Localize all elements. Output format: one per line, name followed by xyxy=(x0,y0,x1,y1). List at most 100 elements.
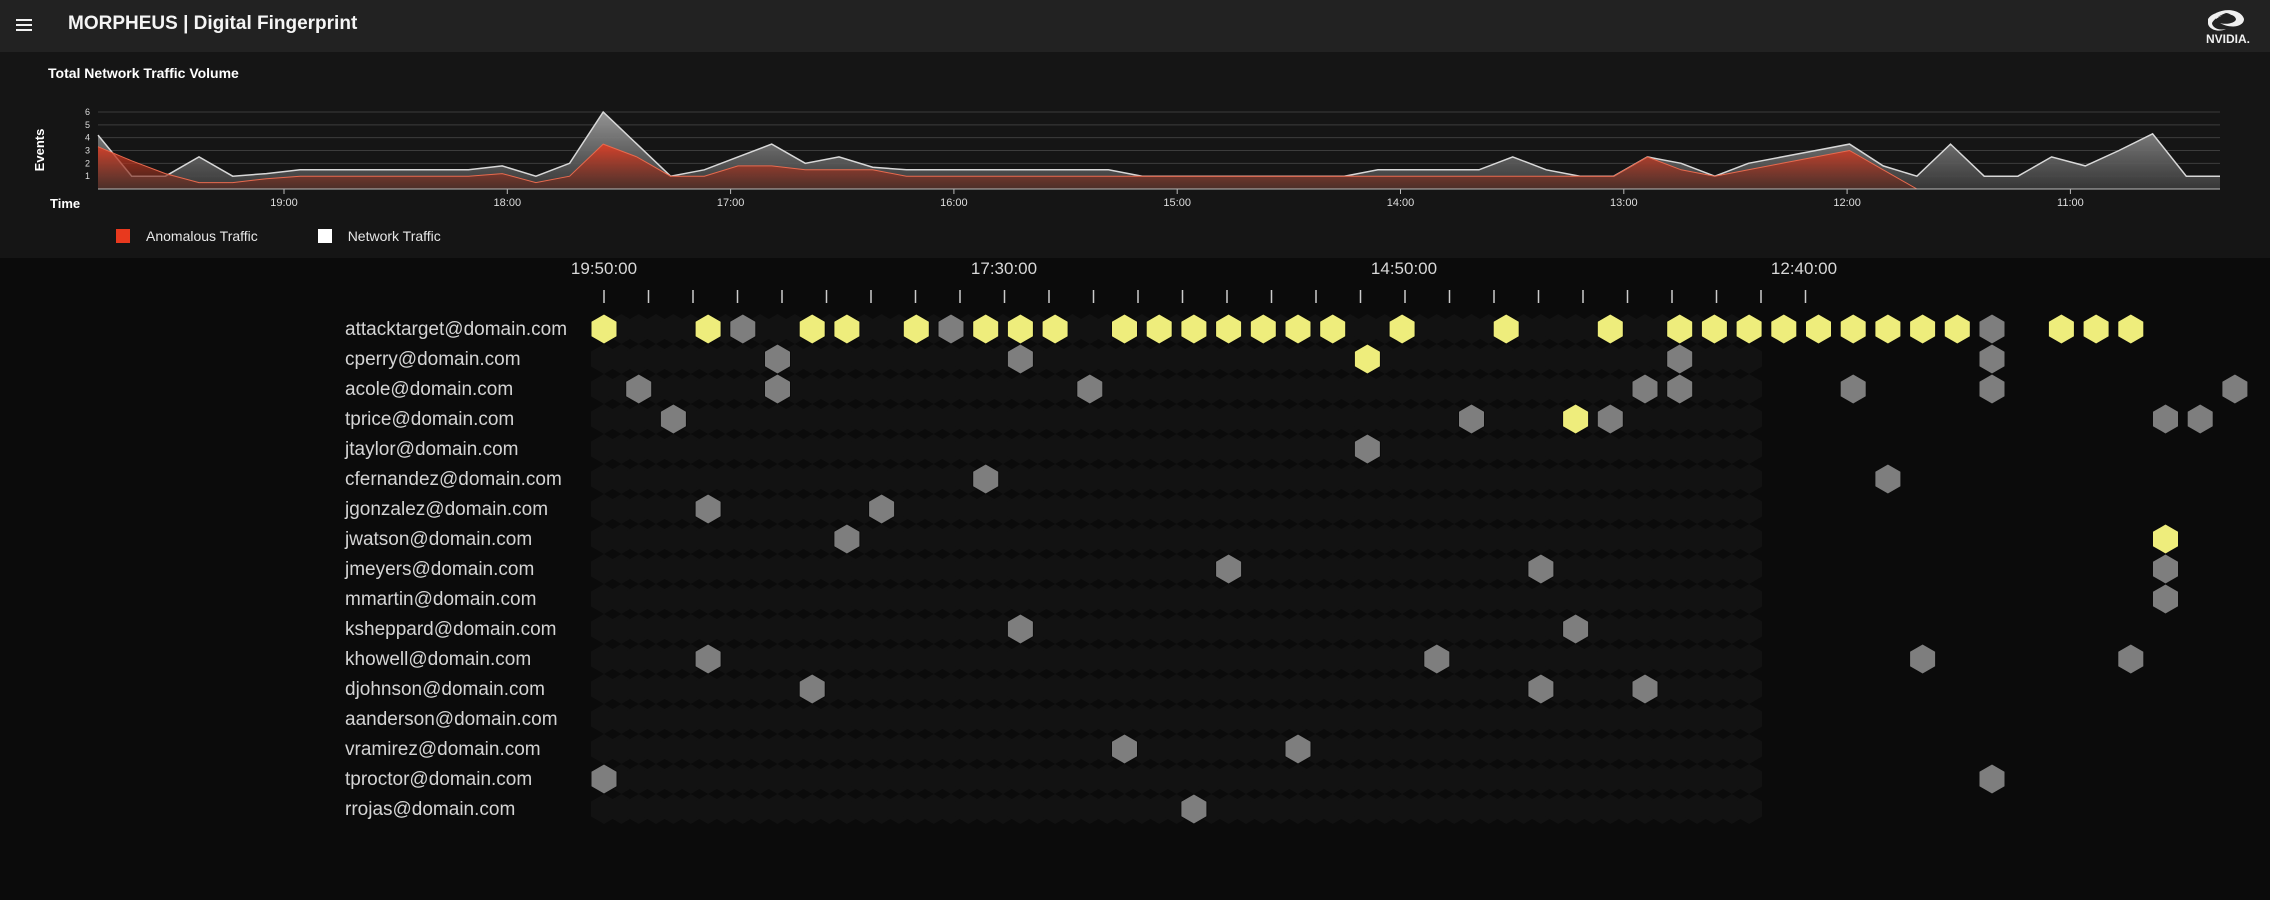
anomalous-event-cell[interactable] xyxy=(1562,403,1590,435)
event-cell[interactable] xyxy=(937,313,965,345)
event-cell[interactable] xyxy=(1978,313,2006,345)
event-cell[interactable] xyxy=(972,463,1000,495)
user-label[interactable]: jtaylor@domain.com xyxy=(344,439,518,460)
user-label[interactable]: tproctor@domain.com xyxy=(345,769,532,790)
menu-icon[interactable] xyxy=(14,16,34,36)
event-cell[interactable] xyxy=(2152,583,2179,615)
anomalous-event-cell[interactable] xyxy=(1839,313,1867,345)
traffic-area-chart: 1 2 3 4 5 6 Events Time 19:00 18:00 17:00 16:00 15:0… xyxy=(32,107,2220,211)
anomalous-event-cell[interactable] xyxy=(1284,313,1312,345)
event-cell[interactable] xyxy=(1180,793,1208,825)
event-cell[interactable] xyxy=(2152,403,2179,435)
event-cell[interactable] xyxy=(1111,733,1138,765)
user-label[interactable]: attacktarget@domain.com xyxy=(345,319,567,340)
user-label[interactable]: jwatson@domain.com xyxy=(344,529,532,550)
anomalous-event-cell[interactable] xyxy=(2082,313,2110,345)
user-label[interactable]: cperry@domain.com xyxy=(345,349,521,370)
x-tick-label: 19:00 xyxy=(270,197,298,209)
anomalous-event-cell[interactable] xyxy=(1909,313,1937,345)
legend-anomalous: Anomalous Traffic xyxy=(116,228,258,244)
event-cell[interactable] xyxy=(1631,673,1659,705)
event-cell[interactable] xyxy=(1423,643,1451,675)
anomalous-event-cell[interactable] xyxy=(833,313,861,345)
event-cell[interactable] xyxy=(1666,343,1694,375)
user-label[interactable]: vramirez@domain.com xyxy=(345,739,541,760)
event-cell[interactable] xyxy=(1978,343,2006,375)
user-label[interactable]: ksheppard@domain.com xyxy=(345,619,557,640)
event-cell[interactable] xyxy=(868,493,896,525)
event-cell[interactable] xyxy=(694,643,722,675)
anomalous-event-cell[interactable] xyxy=(590,313,618,345)
event-cell[interactable] xyxy=(764,373,791,405)
event-cell[interactable] xyxy=(2152,553,2179,585)
user-label[interactable]: tprice@domain.com xyxy=(345,409,514,430)
anomalous-event-cell[interactable] xyxy=(798,313,826,345)
event-cell[interactable] xyxy=(764,343,791,375)
event-cell[interactable] xyxy=(1631,373,1659,405)
event-cell[interactable] xyxy=(1978,373,2006,405)
user-label[interactable]: rrojas@domain.com xyxy=(345,799,515,820)
anomalous-event-cell[interactable] xyxy=(1596,313,1624,345)
event-cell[interactable] xyxy=(1562,613,1590,645)
empty-cell xyxy=(1736,494,1763,524)
user-label[interactable]: aanderson@domain.com xyxy=(345,709,558,730)
anomalous-event-cell[interactable] xyxy=(972,313,1000,345)
event-cell[interactable] xyxy=(1458,403,1485,435)
anomalous-event-cell[interactable] xyxy=(1805,313,1832,345)
event-cell[interactable] xyxy=(833,523,861,555)
anomalous-event-cell[interactable] xyxy=(1770,313,1798,345)
event-cell[interactable] xyxy=(1666,373,1694,405)
anomalous-event-cell[interactable] xyxy=(1874,313,1902,345)
event-cell[interactable] xyxy=(1284,733,1312,765)
x-tick-label: 17:00 xyxy=(717,197,745,209)
event-cell[interactable] xyxy=(1215,553,1243,585)
anomalous-event-cell[interactable] xyxy=(1215,313,1243,345)
anomalous-event-cell[interactable] xyxy=(1111,313,1138,345)
anomalous-event-cell[interactable] xyxy=(1943,313,1971,345)
user-label[interactable]: jgonzalez@domain.com xyxy=(344,499,548,520)
event-cell[interactable] xyxy=(625,373,653,405)
anomalous-event-cell[interactable] xyxy=(1735,313,1763,345)
event-cell[interactable] xyxy=(659,403,687,435)
anomalous-event-cell[interactable] xyxy=(694,313,722,345)
anomalous-event-cell[interactable] xyxy=(902,313,930,345)
event-cell[interactable] xyxy=(1006,613,1034,645)
event-cell[interactable] xyxy=(1874,463,1902,495)
anomalous-event-cell[interactable] xyxy=(1041,313,1069,345)
anomalous-event-cell[interactable] xyxy=(1666,313,1694,345)
user-label[interactable]: mmartin@domain.com xyxy=(345,589,536,610)
anomalous-event-cell[interactable] xyxy=(1319,313,1347,345)
anomalous-event-cell[interactable] xyxy=(2047,313,2075,345)
event-cell[interactable] xyxy=(1353,433,1381,465)
user-label[interactable]: khowell@domain.com xyxy=(345,649,531,670)
event-cell[interactable] xyxy=(1527,553,1555,585)
user-label[interactable]: djohnson@domain.com xyxy=(345,679,545,700)
user-label[interactable]: jmeyers@domain.com xyxy=(344,559,534,580)
event-cell[interactable] xyxy=(798,673,826,705)
anomalous-event-cell[interactable] xyxy=(2117,313,2145,345)
anomalous-event-cell[interactable] xyxy=(2152,523,2179,555)
event-cell[interactable] xyxy=(1978,763,2006,795)
anomalous-event-cell[interactable] xyxy=(1353,343,1381,375)
event-cell[interactable] xyxy=(1076,373,1104,405)
event-cell[interactable] xyxy=(2186,403,2214,435)
anomalous-event-cell[interactable] xyxy=(1180,313,1208,345)
event-cell[interactable] xyxy=(1006,343,1034,375)
event-cell[interactable] xyxy=(1909,643,1937,675)
event-cell[interactable] xyxy=(1527,673,1555,705)
anomalous-event-cell[interactable] xyxy=(1388,313,1416,345)
event-cell[interactable] xyxy=(1839,373,1867,405)
anomalous-event-cell[interactable] xyxy=(1145,313,1173,345)
anomalous-event-cell[interactable] xyxy=(1492,313,1520,345)
anomalous-event-cell[interactable] xyxy=(1249,313,1277,345)
user-label[interactable]: cfernandez@domain.com xyxy=(345,469,562,490)
event-cell[interactable] xyxy=(729,313,757,345)
user-label[interactable]: acole@domain.com xyxy=(345,379,513,400)
event-cell[interactable] xyxy=(694,493,722,525)
anomalous-event-cell[interactable] xyxy=(1700,313,1728,345)
event-cell[interactable] xyxy=(2221,373,2249,405)
anomalous-event-cell[interactable] xyxy=(1006,313,1034,345)
event-cell[interactable] xyxy=(2117,643,2145,675)
event-cell[interactable] xyxy=(1596,403,1624,435)
event-cell[interactable] xyxy=(590,763,618,795)
